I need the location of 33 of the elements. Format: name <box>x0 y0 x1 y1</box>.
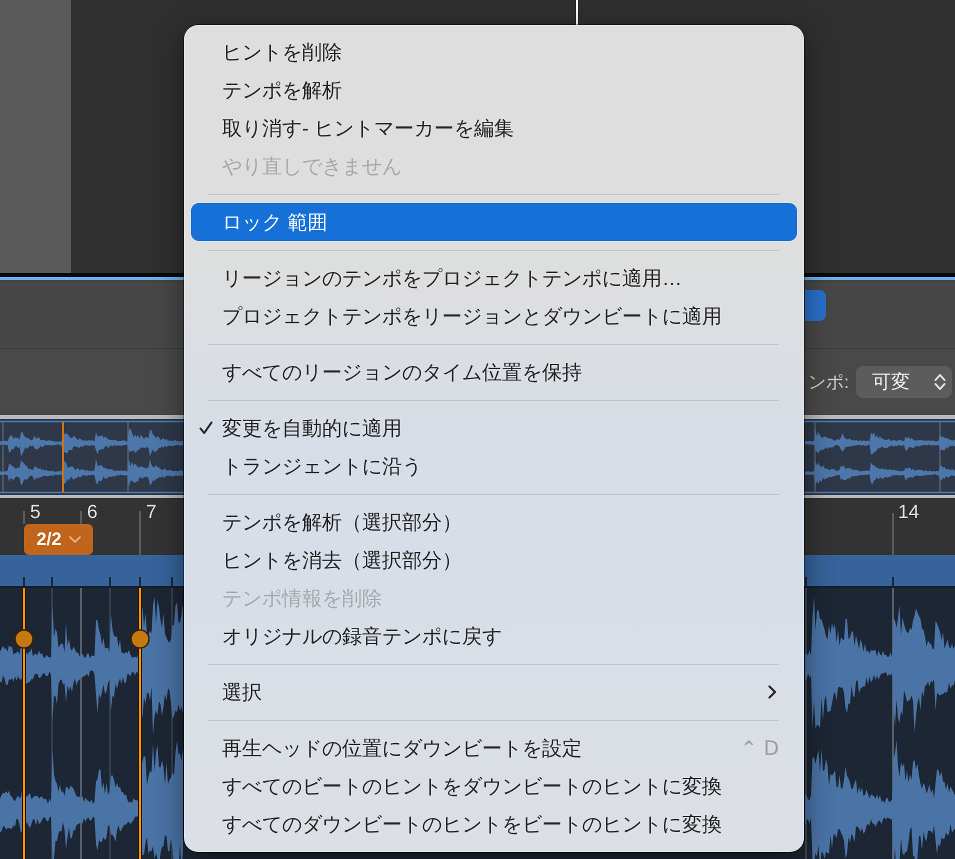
hint-marker[interactable] <box>14 588 34 859</box>
menu-item[interactable]: 選択 <box>191 673 797 711</box>
shortcut-label: ⌃ D <box>740 736 779 760</box>
time-signature-button[interactable]: 2/2 <box>24 524 93 555</box>
menu-item[interactable]: テンポを解析 <box>191 71 797 109</box>
menu-item[interactable]: リージョンのテンポをプロジェクトテンポに適用… <box>191 259 797 297</box>
menu-item[interactable]: トランジェントに沿う <box>191 447 797 485</box>
ruler-tick <box>23 511 25 524</box>
menu-item[interactable]: すべてのビートのヒントをダウンビートのヒントに変換 <box>191 767 797 805</box>
updown-chevron-icon <box>934 373 946 391</box>
position-line <box>62 422 64 492</box>
chevron-down-icon <box>68 536 81 543</box>
tempo-label: ンポ: <box>808 371 850 394</box>
bar-number: 14 <box>898 502 920 524</box>
tempo-mode-popup[interactable]: 可変 <box>856 366 952 398</box>
menu-item[interactable]: プロジェクトテンポをリージョンとダウンビートに適用 <box>191 297 797 335</box>
menu-item[interactable]: ロック 範囲 <box>191 203 797 241</box>
menu-item[interactable]: 取り消す- ヒントマーカーを編集 <box>191 109 797 147</box>
menu-item[interactable]: ヒントを消去（選択部分） <box>191 541 797 579</box>
menu-item[interactable]: 変更を自動的に適用 <box>191 409 797 447</box>
bar-number: 7 <box>146 502 157 524</box>
menu-item[interactable]: 再生ヘッドの位置にダウンビートを設定 ⌃ D <box>191 729 797 767</box>
bar-number: 5 <box>30 502 41 524</box>
ruler-tick <box>892 513 894 555</box>
bar-number: 6 <box>87 502 98 524</box>
hint-marker[interactable] <box>130 588 150 859</box>
playhead-line <box>576 0 578 26</box>
ruler-tick <box>139 511 141 555</box>
menu-item[interactable]: オリジナルの録音テンポに戻す <box>191 617 797 655</box>
menu-item[interactable]: すべてのリージョンのタイム位置を保持 <box>191 353 797 391</box>
menu-item[interactable]: ヒントを削除 <box>191 33 797 71</box>
menu-item[interactable]: テンポを解析（選択部分） <box>191 503 797 541</box>
menu-item[interactable]: すべてのダウンビートのヒントをビートのヒントに変換 <box>191 805 797 843</box>
